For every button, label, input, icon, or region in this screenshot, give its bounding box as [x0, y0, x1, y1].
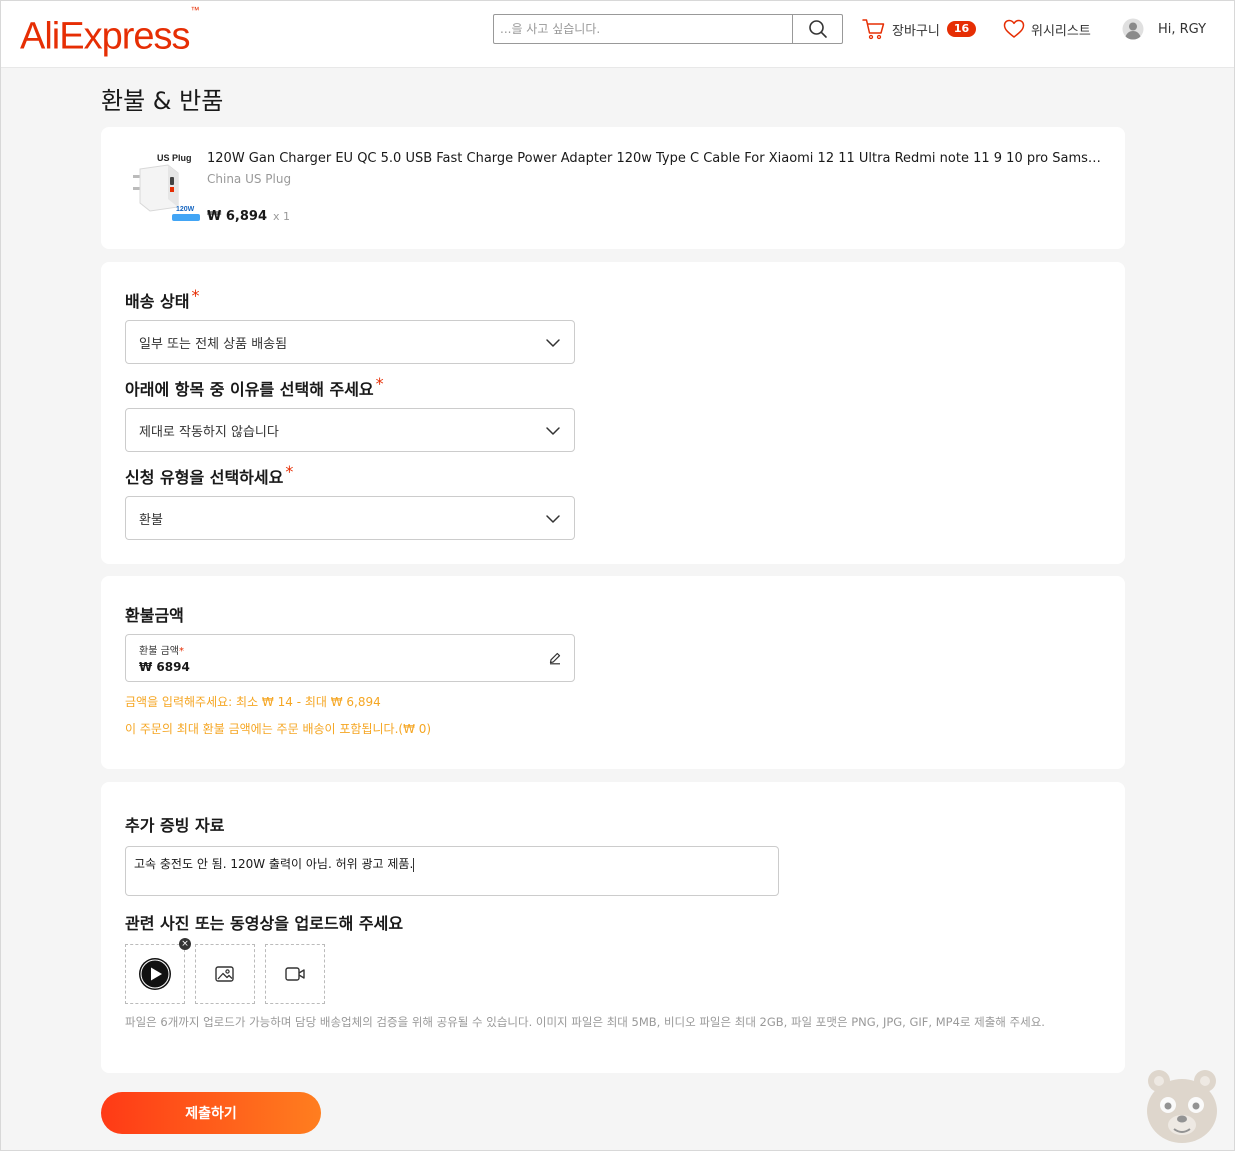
refund-range-hint: 금액을 입력해주세요: 최소 ₩ 14 - 최대 ₩ 6,894 — [125, 695, 381, 709]
request-type-label-text: 신청 유형을 선택하세요 — [125, 468, 284, 487]
add-image-icon — [215, 966, 234, 982]
delivery-status-label: 배송 상태 * — [125, 286, 200, 312]
refund-shipping-hint: 이 주문의 최대 환불 금액에는 주문 배송이 포함됩니다.(₩ 0) — [125, 722, 432, 736]
charger-image-icon: US Plug 120W — [133, 153, 200, 221]
chevron-down-icon — [546, 427, 560, 435]
delivery-status-select[interactable]: 일부 또는 전체 상품 배송됨 — [125, 320, 575, 364]
logo-trademark: ™ — [190, 5, 200, 15]
delivery-status-value: 일부 또는 전체 상품 배송됨 — [139, 336, 288, 352]
evidence-text: 고속 충전도 안 됨. 120W 출력이 아님. 허위 광고 제품. — [134, 857, 414, 871]
reason-label: 아래에 항목 중 이유를 선택해 주세요 * — [125, 374, 384, 400]
image-plug-text: US Plug — [157, 153, 192, 163]
required-mark: * — [178, 646, 184, 657]
request-type-select[interactable]: 환불 — [125, 496, 575, 540]
upload-section-title: 관련 사진 또는 동영상을 업로드해 주세요 — [125, 914, 404, 933]
bear-watermark-icon — [1147, 1070, 1217, 1143]
chevron-down-icon — [546, 339, 560, 347]
search-icon — [808, 20, 827, 38]
product-quantity: x 1 — [273, 210, 291, 223]
search-input[interactable] — [494, 15, 793, 43]
reason-label-text: 아래에 항목 중 이유를 선택해 주세요 — [125, 380, 374, 399]
evidence-card: 추가 증빙 자료 고속 충전도 안 됨. 120W 출력이 아님. 허위 광고 … — [101, 782, 1125, 1073]
uploaded-video-thumbnail[interactable]: × — [125, 938, 191, 1004]
cart-label: 장바구니 — [892, 23, 940, 39]
evidence-textarea[interactable]: 고속 충전도 안 됨. 120W 출력이 아님. 허위 광고 제품. — [125, 846, 779, 896]
refund-amount-label-text: 환불 금액 — [139, 646, 179, 657]
cart-count-badge: 16 — [946, 21, 977, 37]
chevron-down-icon — [546, 515, 560, 523]
search-bar — [493, 14, 843, 44]
delivery-status-label-text: 배송 상태 — [125, 292, 190, 311]
text-caret — [413, 857, 415, 872]
add-image-button[interactable] — [195, 944, 255, 1004]
wishlist-label: 위시리스트 — [1031, 23, 1091, 39]
upload-guidelines-note: 파일은 6개까지 업로드가 가능하며 담당 배송업체의 검증을 위해 공유될 수… — [125, 1015, 1045, 1029]
required-mark: * — [285, 462, 294, 481]
product-variant: China US Plug — [207, 172, 292, 186]
add-video-button[interactable] — [265, 944, 325, 1004]
refund-amount-value: ₩ 6894 — [139, 660, 190, 674]
refund-section-title: 환불금액 — [125, 606, 184, 625]
refund-amount-input[interactable]: 환불 금액* ₩ 6894 — [125, 634, 575, 682]
product-card: US Plug 120W 120W Gan Charger EU QC 5.0 … — [101, 127, 1125, 249]
user-avatar-icon — [1122, 18, 1144, 40]
cart-icon — [862, 19, 885, 40]
reason-value: 제대로 작동하지 않습니다 — [139, 424, 279, 440]
page-title: 환불 & 반품 — [101, 87, 224, 115]
pencil-icon[interactable] — [548, 651, 562, 665]
close-icon: × — [181, 938, 189, 949]
required-mark: * — [375, 374, 384, 393]
request-type-value: 환불 — [139, 512, 163, 528]
product-image[interactable]: US Plug 120W — [128, 149, 202, 225]
reason-select[interactable]: 제대로 작동하지 않습니다 — [125, 408, 575, 452]
top-header: AliExpress™ 장바구니 16 위시리스트 Hi, — [1, 1, 1234, 68]
aliexpress-logo[interactable]: AliExpress™ — [20, 5, 200, 58]
price-value: ₩ 6,894 — [207, 209, 267, 224]
wishlist-link[interactable]: 위시리스트 — [1003, 16, 1091, 42]
cart-link[interactable]: 장바구니 16 — [862, 16, 977, 42]
refund-amount-field-label: 환불 금액* — [139, 642, 184, 657]
return-details-card: 배송 상태 * 일부 또는 전체 상품 배송됨 아래에 항목 중 이유를 선택해 … — [101, 262, 1125, 564]
user-greeting: Hi, RGY — [1158, 21, 1207, 37]
play-icon — [139, 958, 171, 990]
user-account[interactable]: Hi, RGY — [1122, 16, 1206, 42]
heart-icon — [1003, 19, 1025, 38]
product-price: ₩ 6,894 x 1 — [207, 209, 290, 224]
logo-text: AliExpress — [20, 15, 190, 58]
required-mark: * — [191, 286, 200, 305]
search-button[interactable] — [792, 15, 842, 43]
image-watt-text: 120W — [176, 206, 195, 213]
request-type-label: 신청 유형을 선택하세요 * — [125, 462, 294, 488]
product-title[interactable]: 120W Gan Charger EU QC 5.0 USB Fast Char… — [207, 151, 1107, 166]
remove-upload-button[interactable]: × — [179, 938, 191, 950]
refund-amount-card: 환불금액 환불 금액* ₩ 6894 금액을 입력해주세요: 최소 ₩ 14 -… — [101, 576, 1125, 769]
add-video-icon — [285, 967, 305, 981]
submit-button[interactable]: 제출하기 — [101, 1092, 321, 1134]
evidence-section-title: 추가 증빙 자료 — [125, 816, 225, 835]
